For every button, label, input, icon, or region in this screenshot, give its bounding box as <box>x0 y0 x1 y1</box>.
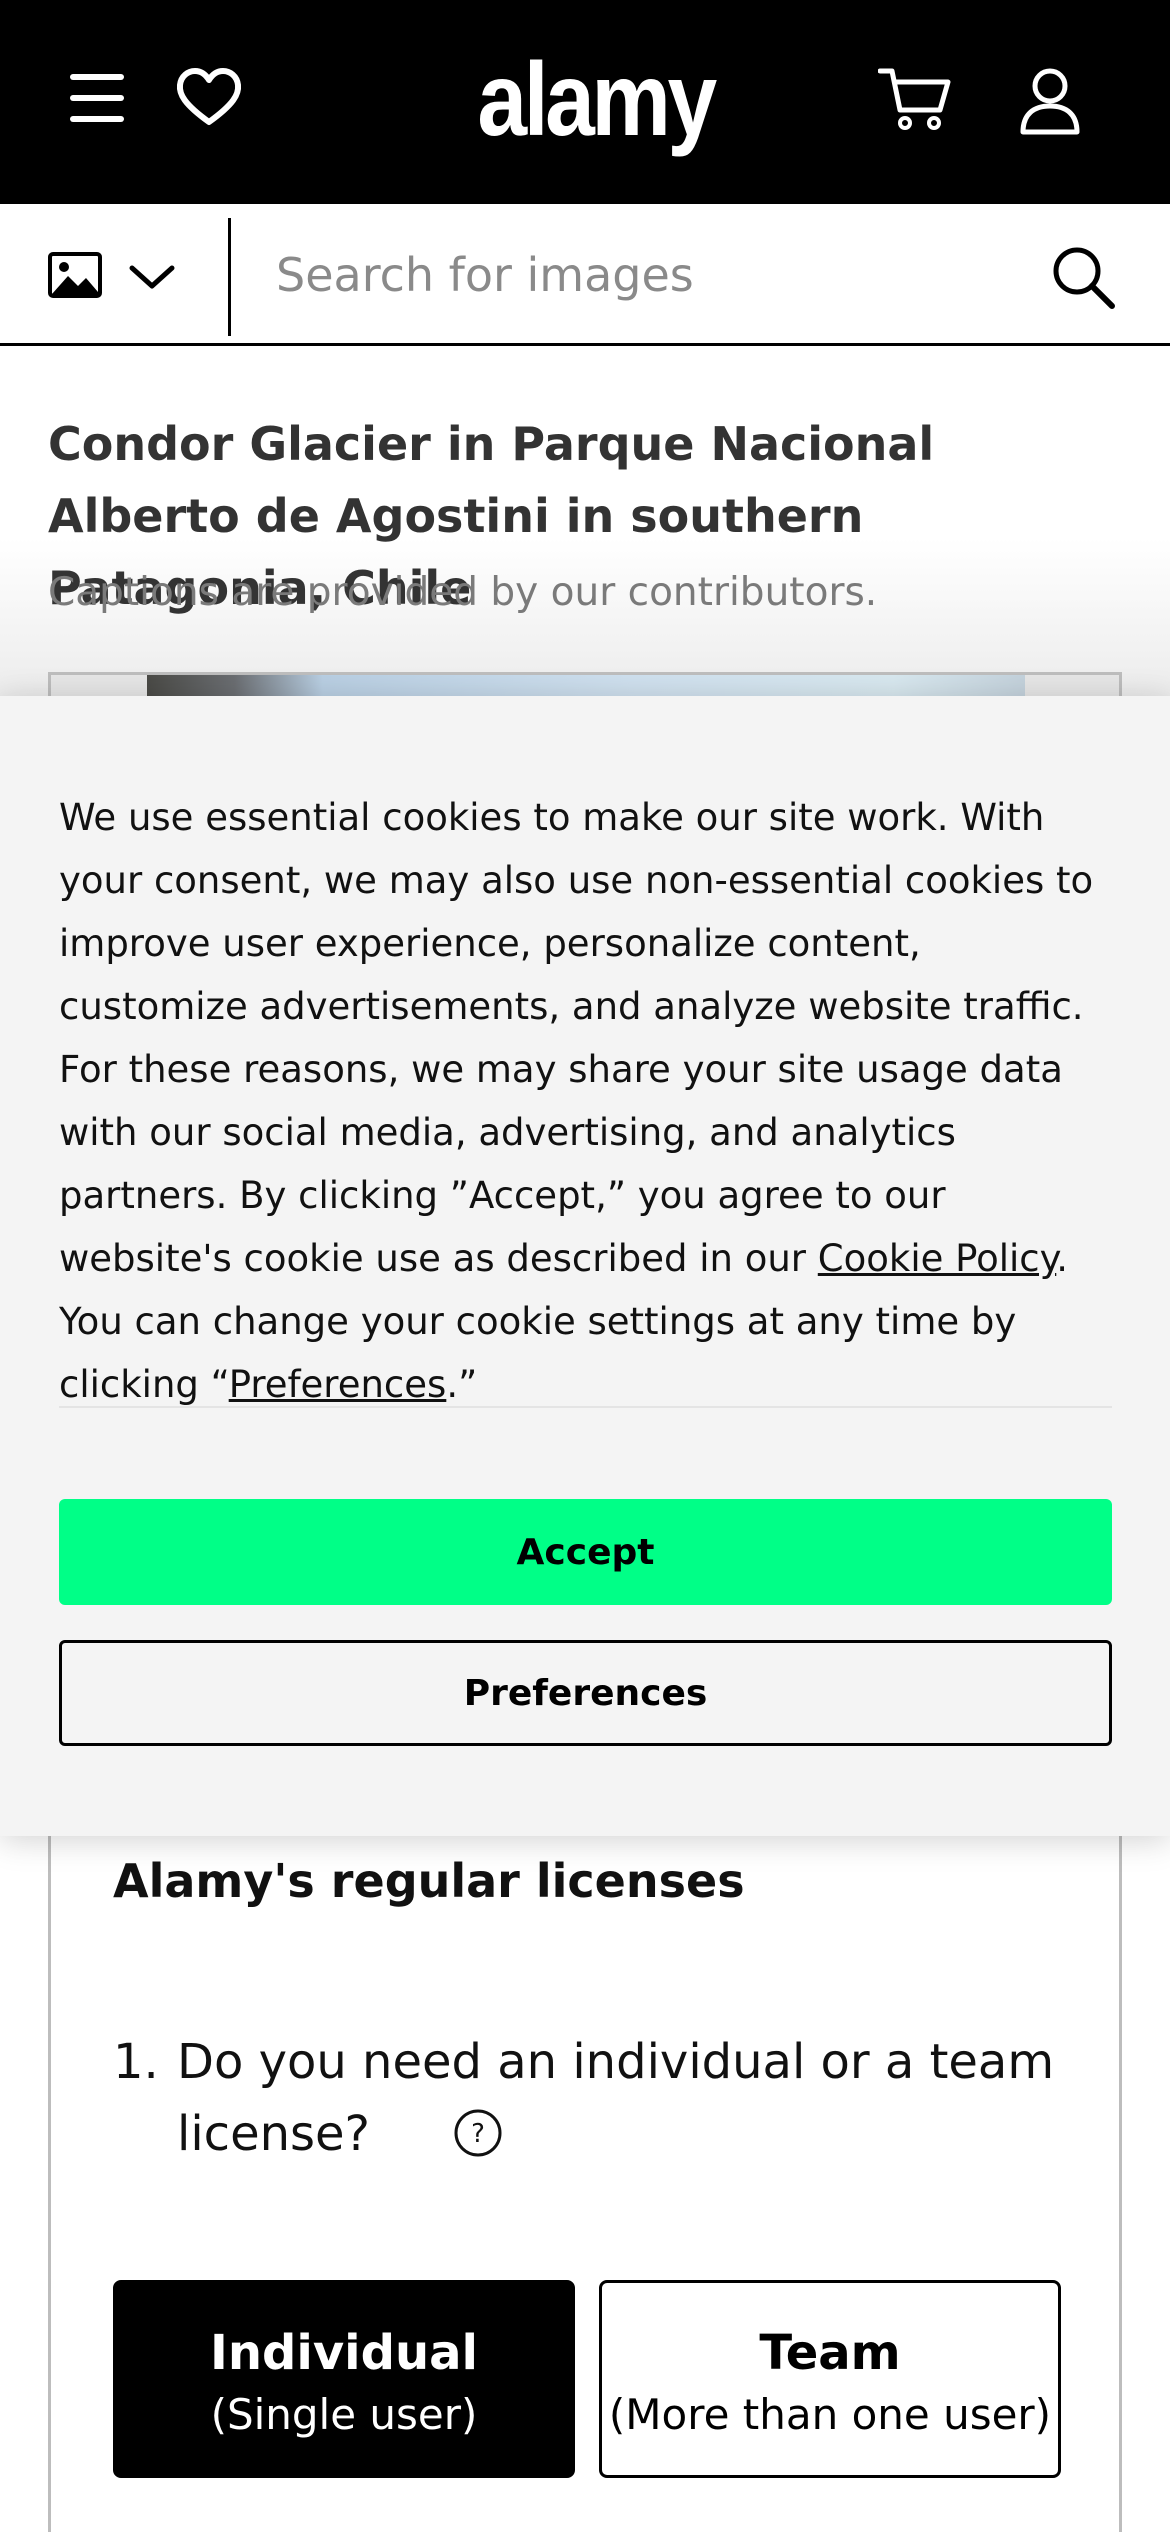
chevron-down-icon <box>129 265 175 289</box>
cart-icon[interactable] <box>878 66 952 132</box>
option-subtitle: (More than one user) <box>608 2390 1052 2439</box>
search-icon[interactable] <box>1050 244 1116 310</box>
license-card: Alamy's regular licenses 1. Do you need … <box>48 1820 1122 2532</box>
cookie-text-part1: We use essential cookies to make our sit… <box>59 796 1094 1280</box>
image-icon <box>48 252 102 298</box>
search-bar <box>0 204 1170 346</box>
license-option-team[interactable]: Team (More than one user) <box>599 2280 1061 2478</box>
option-title: Individual <box>210 2325 478 2381</box>
heart-icon[interactable] <box>176 68 242 128</box>
user-icon[interactable] <box>1018 66 1082 136</box>
cookie-policy-link[interactable]: Cookie Policy <box>818 1237 1057 1280</box>
svg-text:?: ? <box>471 2119 485 2149</box>
accept-button[interactable]: Accept <box>59 1499 1112 1605</box>
question-number: 1. <box>113 2034 159 2090</box>
alamy-logo[interactable]: alamy <box>477 38 717 162</box>
image-title-area: Condor Glacier in Parque Nacional Albert… <box>0 346 1170 696</box>
license-heading: Alamy's regular licenses <box>113 1854 745 1908</box>
preferences-link[interactable]: Preferences <box>229 1363 447 1406</box>
search-divider <box>228 218 231 336</box>
option-title: Team <box>759 2325 901 2381</box>
cookie-text: We use essential cookies to make our sit… <box>59 786 1119 1416</box>
search-type-selector[interactable] <box>0 204 228 343</box>
site-header: alamy <box>0 0 1170 204</box>
caption-note: Captions are provided by our contributor… <box>48 570 878 615</box>
cookie-divider <box>59 1406 1112 1408</box>
option-subtitle: (Single user) <box>210 2390 478 2439</box>
search-input[interactable] <box>276 230 996 320</box>
cookie-banner: We use essential cookies to make our sit… <box>0 696 1170 1836</box>
license-option-individual[interactable]: Individual (Single user) <box>113 2280 575 2478</box>
preferences-button[interactable]: Preferences <box>59 1640 1112 1746</box>
question-text: Do you need an individual or a team lice… <box>177 2034 1055 2162</box>
menu-icon[interactable] <box>68 70 128 126</box>
help-icon[interactable]: ? <box>453 2108 503 2158</box>
cookie-text-part3: .” <box>446 1363 478 1406</box>
